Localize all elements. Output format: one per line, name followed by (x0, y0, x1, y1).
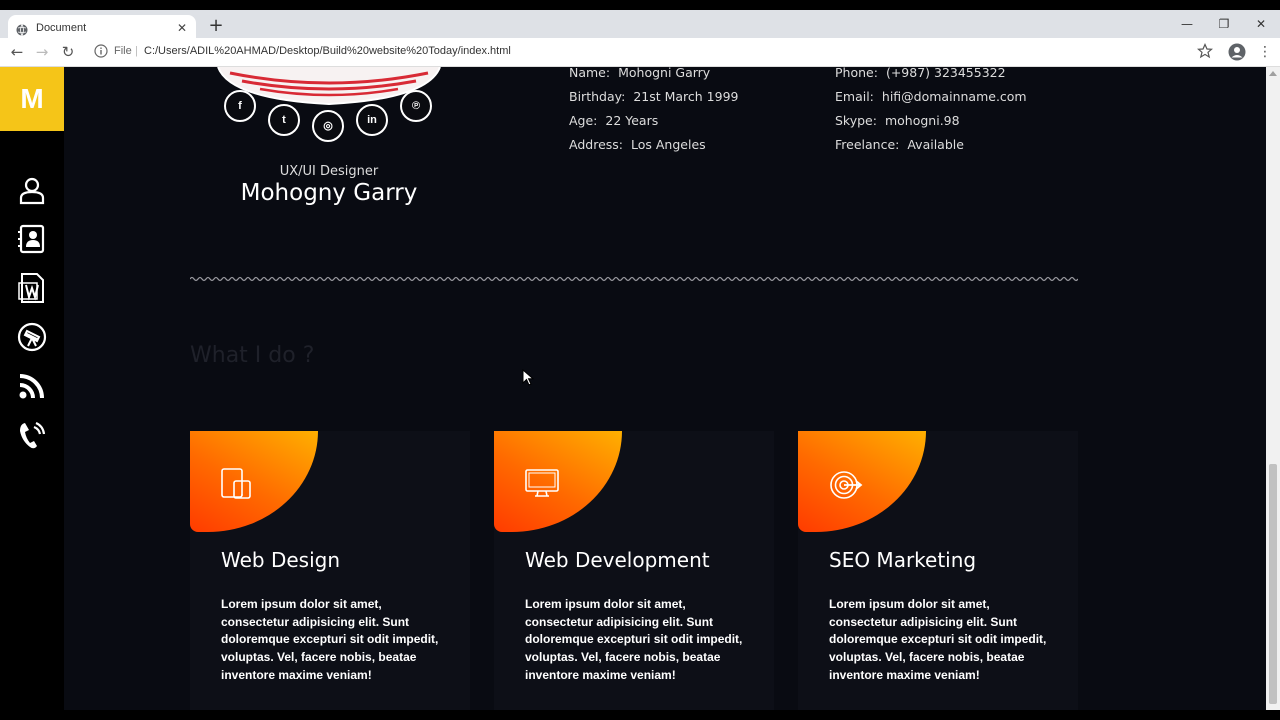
file-label: File (114, 45, 132, 57)
info-phone: Phone: (+987) 323455322 (835, 67, 1006, 80)
card-title: Web Design (221, 548, 341, 572)
document-icon[interactable] (16, 272, 48, 304)
telescope-icon[interactable] (16, 321, 48, 353)
info-value: Available (907, 137, 964, 152)
card-title: Web Development (525, 548, 710, 572)
tab-title: Document (36, 22, 87, 34)
target-icon (830, 471, 863, 499)
instagram-icon[interactable]: ◎ (312, 110, 344, 142)
browser-tab-bar: Document ✕ + — ❐ ✕ (0, 0, 1280, 48)
info-key: Address: (569, 137, 623, 152)
scroll-thumb[interactable] (1269, 464, 1277, 704)
url-text[interactable]: C:/Users/ADIL%20AHMAD/Desktop/Build%20we… (144, 45, 511, 57)
page-scrollbar[interactable] (1266, 67, 1280, 710)
info-value: Los Angeles (631, 137, 706, 152)
info-key: Age: (569, 113, 598, 128)
info-value: Mohogni Garry (618, 67, 711, 80)
pinterest-icon[interactable]: ℗ (400, 90, 432, 122)
new-tab-button[interactable]: + (206, 16, 226, 36)
card-description: Lorem ipsum dolor sit amet, consectetur … (525, 597, 743, 682)
tab-close-icon[interactable]: ✕ (174, 20, 190, 36)
contact-card-icon[interactable] (16, 223, 48, 255)
info-key: Birthday: (569, 89, 626, 104)
sidebar: M (0, 67, 64, 710)
close-window-button[interactable]: ✕ (1246, 14, 1276, 34)
address-separator: | (135, 45, 138, 57)
monitor-icon (525, 469, 559, 497)
service-card-seo-marketing: SEO Marketing Lorem ipsum dolor sit amet… (798, 431, 1078, 710)
info-icon (94, 44, 108, 58)
info-key: Email: (835, 89, 874, 104)
scroll-up-arrow-icon[interactable] (1269, 71, 1277, 76)
phone-icon[interactable] (16, 419, 48, 451)
info-age: Age: 22 Years (569, 113, 658, 128)
info-key: Phone: (835, 67, 878, 80)
info-value: 22 Years (605, 113, 659, 128)
twitter-icon[interactable]: t (268, 104, 300, 136)
profile-avatar-icon[interactable] (1228, 43, 1246, 61)
info-address: Address: Los Angeles (569, 137, 706, 152)
info-value: 21st March 1999 (633, 89, 739, 104)
address-bar[interactable]: File | C:/Users/ADIL%20AHMAD/Desktop/Bui… (88, 41, 1188, 63)
bookmark-star-icon[interactable] (1197, 43, 1213, 59)
mouse-cursor-icon (522, 369, 535, 386)
facebook-icon[interactable]: f (224, 90, 256, 122)
info-value: hifi@domainname.com (881, 89, 1027, 104)
globe-icon (16, 24, 28, 36)
info-key: Skype: (835, 113, 877, 128)
info-value: mohogni.98 (884, 113, 960, 128)
section-title: What I do ? (190, 343, 315, 368)
page-viewport: M f t ◎ in ℗ UX/UI Designer Mohogny Garr… (0, 67, 1280, 710)
rss-icon[interactable] (16, 370, 48, 402)
user-icon[interactable] (16, 174, 48, 206)
info-birthday: Birthday: 21st March 1999 (569, 89, 739, 104)
card-description: Lorem ipsum dolor sit amet, consectetur … (221, 597, 439, 682)
info-name: Name: Mohogni Garry (569, 67, 710, 80)
service-card-web-development: Web Development Lorem ipsum dolor sit am… (494, 431, 774, 710)
devices-icon (221, 468, 251, 499)
profile-role: UX/UI Designer (279, 164, 379, 179)
info-value: (+987) 323455322 (885, 67, 1006, 80)
info-freelance: Freelance: Available (835, 137, 964, 152)
linkedin-icon[interactable]: in (356, 104, 388, 136)
info-key: Name: (569, 67, 611, 80)
wave-divider (190, 276, 1078, 282)
info-email: Email: hifi@domainname.com (835, 89, 1027, 104)
forward-button[interactable]: → (32, 42, 52, 62)
card-description: Lorem ipsum dolor sit amet, consectetur … (829, 597, 1047, 682)
restore-button[interactable]: ❐ (1209, 14, 1239, 34)
minimize-button[interactable]: — (1172, 14, 1202, 34)
reload-button[interactable]: ↻ (58, 42, 78, 62)
info-key: Freelance: (835, 137, 900, 152)
service-card-web-design: Web Design Lorem ipsum dolor sit amet, c… (190, 431, 470, 710)
card-title: SEO Marketing (829, 548, 977, 572)
browser-toolbar: ← → ↻ File | C:/Users/ADIL%20AHMAD/Deskt… (0, 38, 1280, 67)
bottom-strip (0, 710, 1280, 720)
back-button[interactable]: ← (7, 42, 27, 62)
menu-kebab-icon[interactable]: ⋮ (1258, 43, 1272, 61)
info-skype: Skype: mohogni.98 (835, 113, 960, 128)
logo[interactable]: M (0, 67, 64, 131)
profile-name: Mohogny Garry (240, 180, 418, 206)
